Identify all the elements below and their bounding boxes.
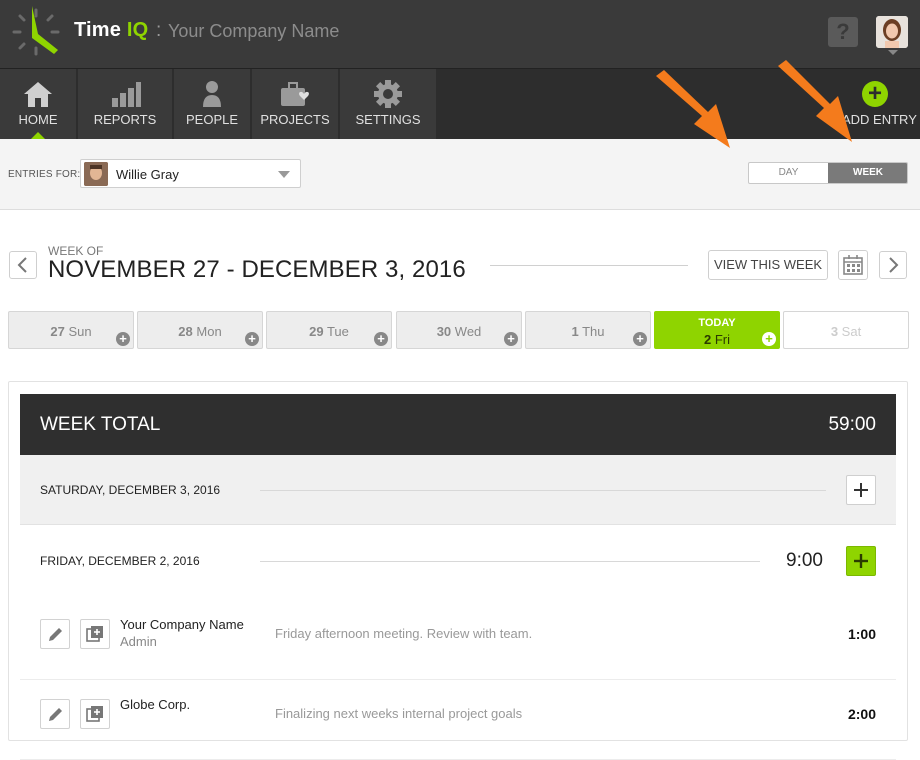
day-group-friday: FRIDAY, DECEMBER 2, 2016 9:00 <box>20 526 896 596</box>
previous-week-button[interactable] <box>9 251 37 279</box>
nav-label: HOME <box>18 112 58 127</box>
next-week-button[interactable] <box>879 251 907 279</box>
day-group-saturday: SATURDAY, DECEMBER 3, 2016 <box>20 455 896 525</box>
callout-arrow-icon <box>656 70 730 148</box>
brand-separator: : <box>156 20 162 41</box>
clock-logo-icon <box>12 6 60 56</box>
brand-main: Time <box>74 19 127 41</box>
briefcase-heart-icon <box>281 82 309 106</box>
duplicate-icon <box>86 706 103 722</box>
add-day-entry-icon[interactable]: + <box>633 332 647 346</box>
entry-role: Admin <box>120 634 157 649</box>
day-group-total: 9:00 <box>786 550 823 571</box>
user-select-avatar <box>84 162 108 186</box>
add-day-entry-icon[interactable]: + <box>504 332 518 346</box>
time-entry-row: Your Company Name Admin Friday afternoon… <box>20 600 896 680</box>
nav-reports[interactable]: REPORTS <box>78 69 172 140</box>
avatar-caret-icon[interactable] <box>888 50 898 55</box>
nav-projects[interactable]: PROJECTS <box>252 69 338 140</box>
divider <box>260 490 826 491</box>
top-bar: Time IQ : Your Company Name ? <box>0 0 920 68</box>
entry-client: Globe Corp. <box>120 697 191 712</box>
nav-home[interactable]: HOME <box>0 69 76 140</box>
add-day-entry-icon[interactable]: + <box>762 332 776 346</box>
nav-label: SETTINGS <box>355 112 421 127</box>
day-tab-label: 27 Sun <box>50 324 92 339</box>
chevron-left-icon <box>17 257 27 273</box>
edit-entry-button[interactable] <box>40 619 70 649</box>
company-name: Your Company Name <box>168 21 340 41</box>
day-tab-label: 28 Mon <box>178 324 222 339</box>
week-total-value: 59:00 <box>828 414 876 435</box>
week-view-button[interactable]: WEEK <box>828 163 907 183</box>
divider <box>490 265 688 266</box>
nav-people[interactable]: PEOPLE <box>174 69 250 140</box>
time-entry-row: Globe Corp. Finalizing next weeks intern… <box>20 680 896 760</box>
today-label: TODAY <box>698 317 736 329</box>
callout-arrow-icon <box>778 60 852 142</box>
pencil-icon <box>49 628 62 641</box>
entry-note: Friday afternoon meeting. Review with te… <box>275 626 533 641</box>
entries-for-label: ENTRIES FOR: <box>8 169 81 180</box>
duplicate-icon <box>86 626 103 642</box>
add-day-entry-icon[interactable]: + <box>245 332 259 346</box>
view-this-week-button[interactable]: VIEW THIS WEEK <box>708 250 828 280</box>
duplicate-entry-button[interactable] <box>80 619 110 649</box>
add-day-entry-icon[interactable]: + <box>116 332 130 346</box>
user-avatar[interactable] <box>876 16 908 48</box>
add-entry-day-button[interactable] <box>846 546 876 576</box>
view-toggle: DAY WEEK <box>748 162 908 184</box>
home-icon <box>24 82 52 107</box>
bar-chart-icon <box>112 82 141 107</box>
nav-label: PEOPLE <box>185 112 239 127</box>
nav-settings[interactable]: SETTINGS <box>340 69 436 140</box>
plus-icon <box>854 483 868 497</box>
chevron-right-icon <box>889 257 899 273</box>
add-circle-icon: + <box>862 81 888 107</box>
gear-icon <box>374 80 402 108</box>
day-group-title: SATURDAY, DECEMBER 3, 2016 <box>40 483 221 497</box>
user-select[interactable]: Willie Gray <box>80 159 301 188</box>
add-day-entry-icon[interactable]: + <box>374 332 388 346</box>
week-range-title: NOVEMBER 27 - DECEMBER 3, 2016 <box>48 256 466 283</box>
day-tab-sat: 3 Sat <box>783 311 909 349</box>
app-brand[interactable]: Time IQ <box>74 19 148 42</box>
nav-label: REPORTS <box>93 112 157 127</box>
help-button[interactable]: ? <box>828 17 858 47</box>
pencil-icon <box>49 708 62 721</box>
day-tab-fri-today[interactable]: TODAY 2 Fri + <box>654 311 780 349</box>
week-total-label: WEEK TOTAL <box>40 414 161 435</box>
plus-icon <box>854 554 868 568</box>
day-tab-label: 1 Thu <box>571 324 605 339</box>
add-entry-day-button[interactable] <box>846 475 876 505</box>
filter-bar: ENTRIES FOR: Willie Gray DAY WEEK <box>0 139 920 210</box>
entry-duration: 1:00 <box>847 626 876 642</box>
day-tab-wed[interactable]: 30 Wed + <box>396 311 522 349</box>
divider <box>260 561 760 562</box>
calendar-icon <box>843 255 863 275</box>
day-tab-tue[interactable]: 29 Tue + <box>266 311 392 349</box>
day-tab-label: 30 Wed <box>436 324 482 339</box>
selected-user-name: Willie Gray <box>116 167 179 182</box>
day-tab-label: 2 Fri <box>703 332 731 347</box>
entry-client: Your Company Name <box>120 617 244 632</box>
calendar-button[interactable] <box>838 250 868 280</box>
entry-note: Finalizing next weeks internal project g… <box>275 706 523 721</box>
chevron-down-icon <box>278 171 290 178</box>
day-tab-sun[interactable]: 27 Sun + <box>8 311 134 349</box>
nav-label: PROJECTS <box>260 112 330 127</box>
day-tab-label: 29 Tue <box>309 324 349 339</box>
day-tab-thu[interactable]: 1 Thu + <box>525 311 651 349</box>
week-total-bar: WEEK TOTAL 59:00 <box>20 394 896 455</box>
duplicate-entry-button[interactable] <box>80 699 110 729</box>
day-tab-label: 3 Sat <box>830 324 862 339</box>
day-tab-mon[interactable]: 28 Mon + <box>137 311 263 349</box>
day-group-title: FRIDAY, DECEMBER 2, 2016 <box>40 554 200 568</box>
day-view-button[interactable]: DAY <box>749 163 828 183</box>
edit-entry-button[interactable] <box>40 699 70 729</box>
brand-accent: IQ <box>126 19 149 41</box>
person-icon <box>203 81 221 107</box>
